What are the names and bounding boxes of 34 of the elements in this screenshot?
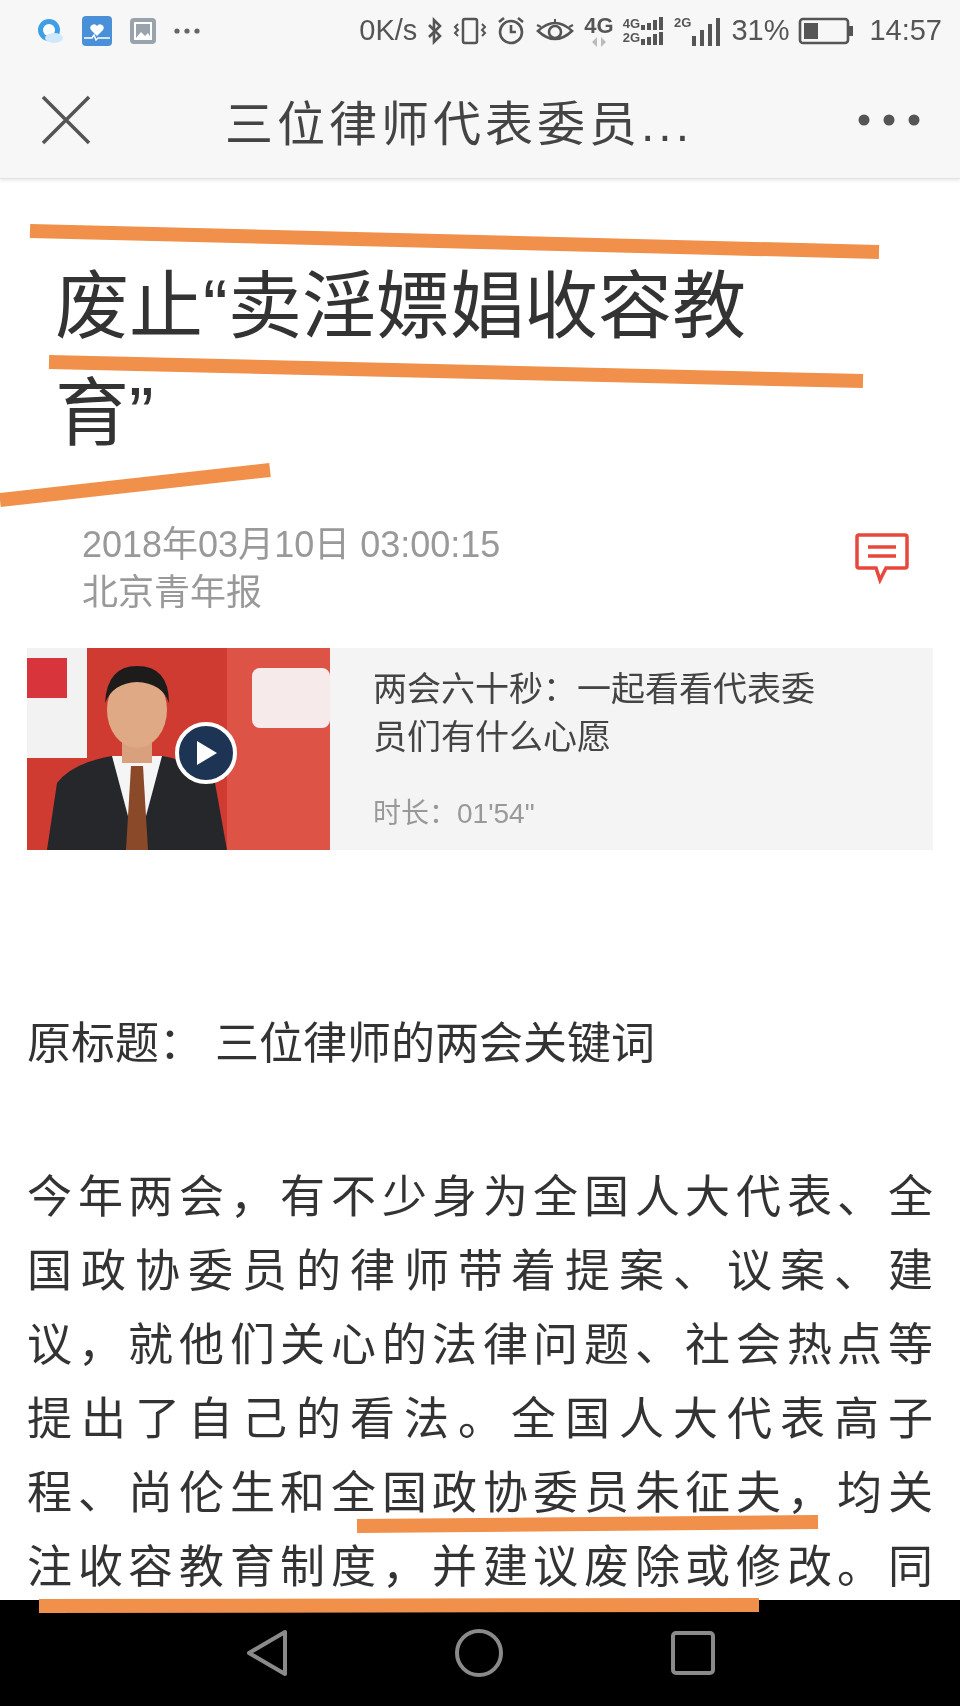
paragraph-line: 今年两会，有不少身为全国人大代表、全 — [27, 1172, 933, 1223]
battery-percent: 31% — [731, 14, 790, 48]
article-title-line: 育” — [55, 376, 154, 451]
paragraph-line: 程、尚伦生和全国政协委员朱征夫，均关 — [27, 1468, 933, 1519]
paragraph-line: 议，就他们关心的法律问题、社会热点等 — [27, 1320, 933, 1371]
signal-icon — [692, 15, 723, 46]
vibrate-icon — [453, 15, 488, 46]
video-title: 两会六十秒：一起看看代表委员们有什么心愿 — [373, 668, 816, 758]
clock-time: 14:57 — [869, 14, 942, 48]
video-card[interactable]: 两会六十秒：一起看看代表委员们有什么心愿 时长：01'54" — [27, 647, 933, 850]
original-title: 原标题： 三位律师的两会关键词 — [27, 1017, 657, 1070]
home-button[interactable] — [454, 1628, 504, 1678]
signal-icon — [641, 16, 666, 45]
paragraph-line: 注收容教育制度，并建议废除或修改。同 — [27, 1542, 933, 1593]
sim-network-type: 2G — [674, 15, 692, 30]
paragraph-line: 提出了自己的看法。全国人大代表高子 — [27, 1394, 933, 1445]
gallery-app-icon — [130, 17, 156, 44]
article-title-line: 废止“卖淫嫖娼收容教 — [55, 269, 746, 344]
weather-app-icon — [36, 16, 64, 45]
paragraph-line: 国政协委员的律师带着提案、议案、建 — [27, 1246, 933, 1297]
page-title: 三位律师代表委员... — [225, 96, 693, 153]
comment-button[interactable] — [854, 531, 910, 584]
sim-network-type: 4G — [622, 16, 641, 31]
sim-network-type: 2G — [622, 30, 641, 45]
publish-date: 2018年03月10日 03:00:15 — [82, 522, 501, 567]
battery-icon — [798, 16, 855, 45]
video-duration: 时长：01'54" — [373, 796, 536, 831]
net-speed: 0K/s — [359, 14, 418, 48]
news-source: 北京青年报 — [82, 570, 263, 615]
network-type: 4G — [584, 14, 614, 37]
recent-apps-button[interactable] — [668, 1628, 718, 1678]
health-app-icon — [82, 15, 112, 46]
more-notifications-icon — [174, 27, 200, 34]
data-arrows-icon — [591, 36, 607, 47]
